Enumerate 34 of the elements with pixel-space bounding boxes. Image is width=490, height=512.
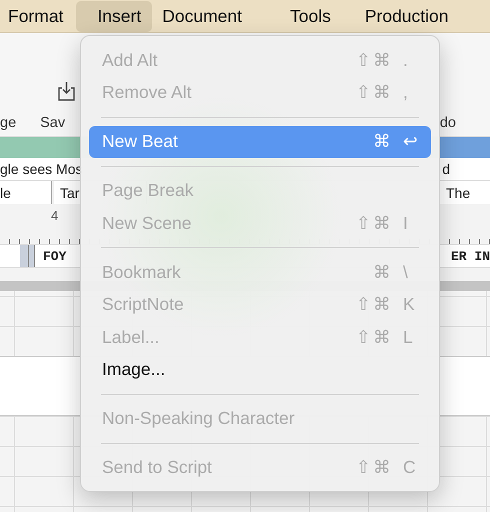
script-text: d <box>442 161 451 177</box>
save-icon[interactable] <box>57 81 76 101</box>
menu-item[interactable]: Image... <box>89 354 431 386</box>
shortcut-key: L <box>403 326 419 348</box>
shortcut-key: I <box>403 212 419 234</box>
menu-bar-item[interactable]: Document <box>152 0 266 32</box>
shortcut-modifiers: ⇧⌘ <box>355 457 394 478</box>
toolbar-label: Sav <box>40 115 66 131</box>
shortcut-key: ↩ <box>403 131 419 152</box>
menu-bar-item[interactable]: Tools <box>266 0 353 32</box>
menu-bar-item[interactable]: Production <box>352 0 449 32</box>
scene-heading: ER IN <box>450 248 490 264</box>
ruler-number: 4 <box>51 208 58 223</box>
toolbar-label: ge <box>0 115 16 131</box>
menu-bar-item[interactable]: Insert <box>76 0 152 32</box>
shortcut-modifiers: ⌘ <box>372 262 394 283</box>
text-field[interactable]: le <box>0 181 52 204</box>
toolbar-label: do <box>440 115 457 131</box>
shortcut-modifiers: ⇧⌘ <box>355 294 394 316</box>
shortcut-modifiers: ⇧⌘ <box>355 82 394 104</box>
shortcut-modifiers: ⌘ <box>372 131 394 152</box>
shortcut-key: C <box>403 457 419 478</box>
shortcut-key: . <box>403 50 419 71</box>
shortcut-key: \ <box>403 262 419 283</box>
scene-heading: FOY <box>42 248 66 266</box>
text-field[interactable]: The <box>440 181 490 204</box>
shortcut-modifiers: ⇧⌘ <box>355 212 394 234</box>
shortcut-modifiers: ⇧⌘ <box>355 50 394 71</box>
script-text: gle sees Mos <box>0 161 82 177</box>
shortcut-modifiers: ⇧⌘ <box>355 326 394 348</box>
shortcut-key: K <box>403 294 419 316</box>
menu-item[interactable]: New Beat ⌘ ↩ <box>89 126 431 158</box>
shortcut-key: , <box>403 82 419 104</box>
menu-bar-item[interactable]: Format <box>0 0 76 32</box>
